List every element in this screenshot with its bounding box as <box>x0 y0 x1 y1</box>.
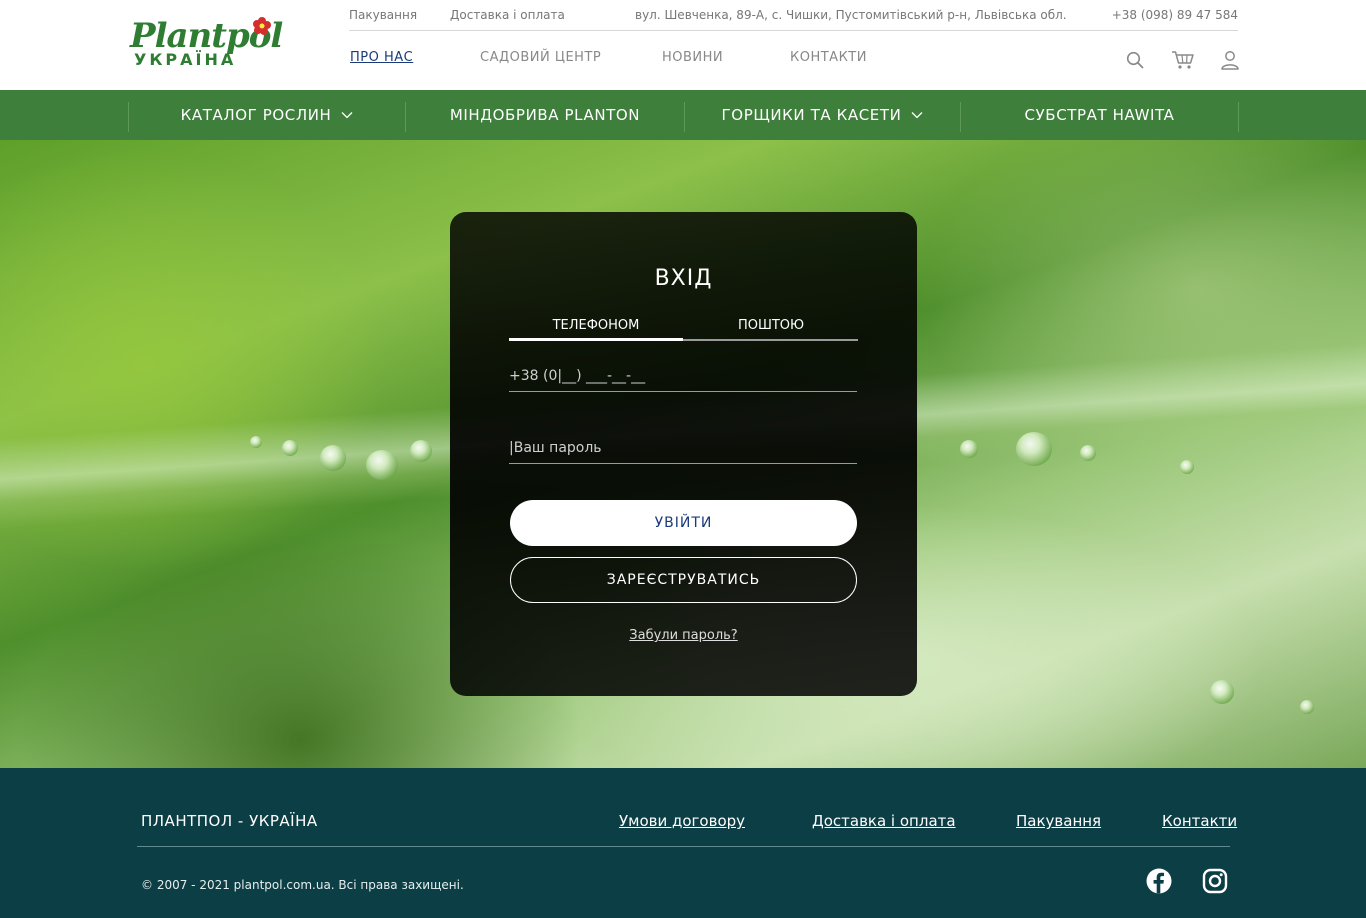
category-label: ГОРЩИКИ ТА КАСЕТИ <box>721 106 902 124</box>
category-pots[interactable]: ГОРЩИКИ ТА КАСЕТИ <box>685 100 960 130</box>
facebook-icon[interactable] <box>1146 868 1172 894</box>
water-drop <box>1210 680 1234 704</box>
footer-link-contacts[interactable]: Контакти <box>1162 812 1237 830</box>
login-card: ВХІД ТЕЛЕФОНОМ ПОШТОЮ УВІЙТИ ЗАРЕЄСТРУВА… <box>450 212 917 696</box>
footer-link-delivery[interactable]: Доставка і оплата <box>812 812 956 830</box>
register-button[interactable]: ЗАРЕЄСТРУВАТИСЬ <box>510 557 857 603</box>
tab-phone[interactable]: ТЕЛЕФОНОМ <box>509 318 683 333</box>
instagram-icon[interactable] <box>1202 868 1228 894</box>
topbar-phone[interactable]: +38 (098) 89 47 584 <box>1112 8 1238 22</box>
category-label: КАТАЛОГ РОСЛИН <box>180 106 332 124</box>
category-divider <box>1238 102 1239 132</box>
category-plants-catalog[interactable]: КАТАЛОГ РОСЛИН <box>129 100 405 130</box>
category-substrate[interactable]: СУБСТРАТ HAWITA <box>961 100 1238 130</box>
topbar-delivery-link[interactable]: Доставка і оплата <box>450 8 565 22</box>
hero-background: ВХІД ТЕЛЕФОНОМ ПОШТОЮ УВІЙТИ ЗАРЕЄСТРУВА… <box>0 140 1366 768</box>
nav-about[interactable]: ПРО НАС <box>350 50 413 65</box>
footer-brand: ПЛАНТПОЛ - УКРАЇНА <box>141 812 318 830</box>
category-fertilizers[interactable]: МІНДОБРИВА PLANTON <box>406 100 684 130</box>
water-drop <box>410 440 432 462</box>
tab-active-indicator <box>509 338 683 341</box>
search-icon[interactable] <box>1123 48 1147 72</box>
water-drop <box>320 445 346 471</box>
category-bar: КАТАЛОГ РОСЛИН МІНДОБРИВА PLANTON ГОРЩИК… <box>0 90 1366 140</box>
water-drop <box>250 436 262 448</box>
chevron-down-icon <box>911 111 923 119</box>
water-drop <box>960 440 978 458</box>
phone-input[interactable] <box>509 360 857 391</box>
cart-icon[interactable] <box>1171 48 1195 72</box>
site-footer: ПЛАНТПОЛ - УКРАЇНА Умови договору Достав… <box>0 768 1366 918</box>
phone-field <box>509 360 857 392</box>
forgot-password-link[interactable]: Забули пароль? <box>450 628 917 643</box>
site-header: Plantpol УКРАЇНА Пакування Доставка і оп… <box>0 0 1366 90</box>
footer-copyright: © 2007 - 2021 plantpol.com.ua. Всі права… <box>141 878 464 892</box>
login-method-tabs: ТЕЛЕФОНОМ ПОШТОЮ <box>509 318 858 342</box>
topbar-packaging-link[interactable]: Пакування <box>349 8 417 22</box>
tab-underline <box>683 339 858 341</box>
top-info-bar: Пакування Доставка і оплата вул. Шевченк… <box>349 0 1238 31</box>
user-icon[interactable] <box>1218 48 1242 72</box>
flower-icon <box>253 17 271 35</box>
water-drop <box>1080 445 1096 461</box>
topbar-address: вул. Шевченка, 89-А, с. Чишки, Пустомиті… <box>635 8 1067 22</box>
login-title: ВХІД <box>654 266 713 291</box>
chevron-down-icon <box>341 111 353 119</box>
water-drop <box>1300 700 1314 714</box>
login-button[interactable]: УВІЙТИ <box>510 500 857 546</box>
logo-subtitle: УКРАЇНА <box>134 50 237 69</box>
footer-divider <box>137 846 1230 847</box>
password-field <box>509 432 857 464</box>
password-input[interactable] <box>509 432 857 463</box>
water-drop <box>282 440 298 456</box>
water-drop <box>1016 432 1052 466</box>
footer-link-packaging[interactable]: Пакування <box>1016 812 1101 830</box>
nav-contacts[interactable]: КОНТАКТИ <box>790 50 867 65</box>
tab-email[interactable]: ПОШТОЮ <box>684 318 858 333</box>
nav-garden-center[interactable]: САДОВИЙ ЦЕНТР <box>480 50 601 65</box>
water-drop <box>1180 460 1194 474</box>
category-label: СУБСТРАТ HAWITA <box>1024 106 1175 124</box>
site-logo[interactable]: Plantpol УКРАЇНА <box>130 16 286 72</box>
nav-news[interactable]: НОВИНИ <box>662 50 723 65</box>
footer-link-terms[interactable]: Умови договору <box>619 812 745 830</box>
category-label: МІНДОБРИВА PLANTON <box>449 106 641 124</box>
water-drop <box>366 450 398 480</box>
